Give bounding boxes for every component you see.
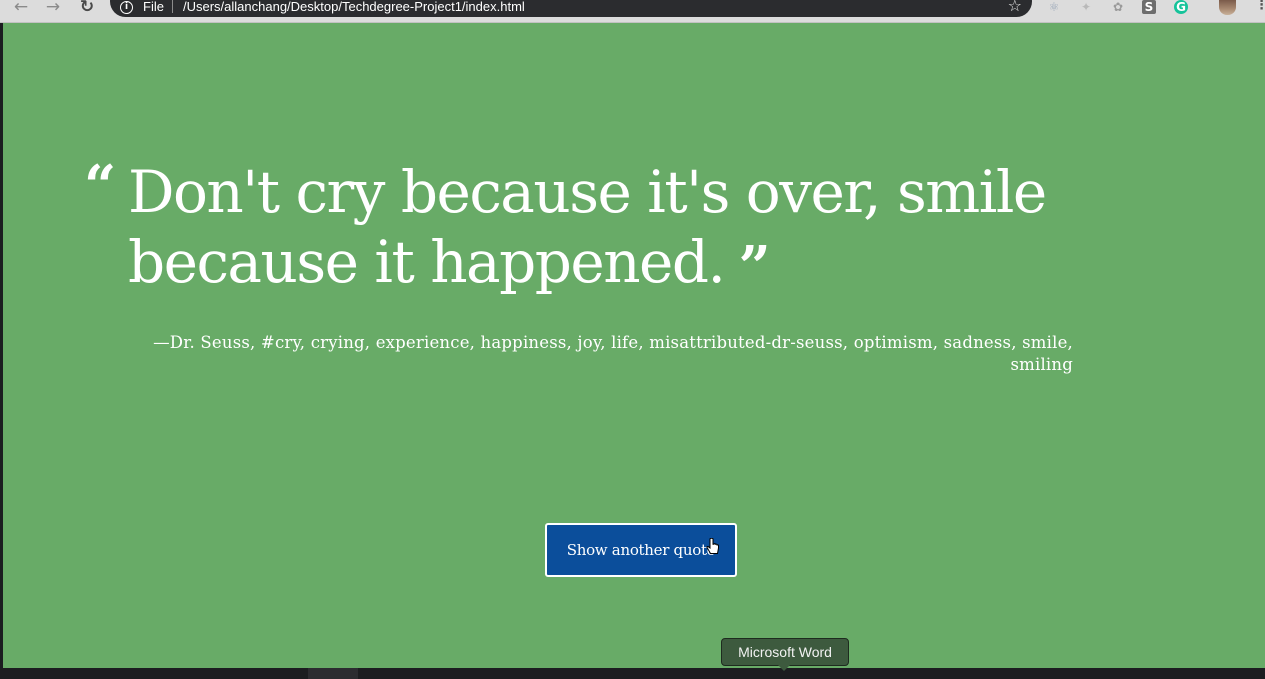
quote-source: —Dr. Seuss, #cry, crying, experience, ha… <box>153 332 1073 374</box>
url-text[interactable]: /Users/allanchang/Desktop/Techdegree-Pro… <box>183 0 525 14</box>
grammarly-icon[interactable]: G <box>1174 0 1188 14</box>
info-icon[interactable]: i <box>120 1 133 14</box>
desktop-dock <box>0 668 1265 679</box>
profile-avatar[interactable] <box>1219 0 1236 15</box>
s-extension-icon[interactable]: S <box>1142 0 1156 14</box>
tooltip-arrow <box>778 665 790 671</box>
back-arrow-icon[interactable]: ← <box>12 0 30 16</box>
star-icon[interactable]: ☆ <box>1008 0 1022 15</box>
pointer-cursor-icon <box>706 538 719 554</box>
extension-icon[interactable]: ✦ <box>1078 0 1094 14</box>
close-quote-mark: ” <box>738 234 770 300</box>
forward-arrow-icon[interactable]: → <box>44 0 62 16</box>
scheme-label: File <box>143 0 164 14</box>
dock-gear-icon[interactable] <box>308 668 358 679</box>
reload-icon[interactable]: ↻ <box>78 0 96 16</box>
quote-page: “ Don't cry because it's over, smile bec… <box>3 23 1265 668</box>
address-bar[interactable]: i File /Users/allanchang/Desktop/Techdeg… <box>110 0 1032 17</box>
react-devtools-icon[interactable]: ⚛ <box>1046 0 1062 14</box>
omnibox-divider <box>172 0 173 13</box>
extension-icon[interactable]: ✿ <box>1110 0 1126 14</box>
browser-toolbar: ← → ↻ i File /Users/allanchang/Desktop/T… <box>0 0 1265 23</box>
quote: “ Don't cry because it's over, smile bec… <box>84 153 1088 300</box>
quote-text: Don't cry because it's over, smile becau… <box>128 158 1047 296</box>
open-quote-mark: “ <box>84 153 116 219</box>
dock-tooltip: Microsoft Word <box>721 638 849 666</box>
kebab-menu-icon[interactable]: ⋮ <box>1255 0 1265 13</box>
